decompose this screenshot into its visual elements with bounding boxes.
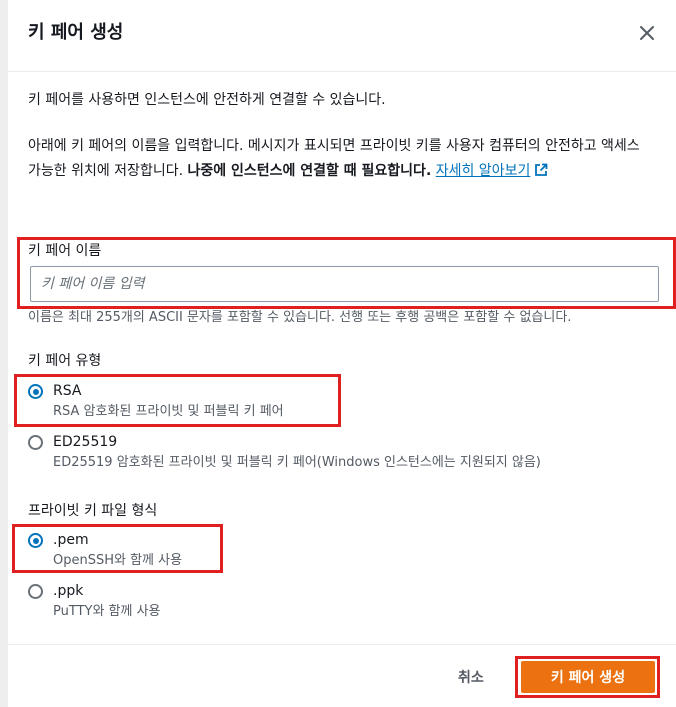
radio-option-ppk[interactable]: .ppk PuTTY와 함께 사용 <box>28 580 161 622</box>
close-icon <box>640 26 654 40</box>
create-key-pair-button[interactable]: 키 페어 생성 <box>521 661 655 693</box>
external-link-icon <box>535 163 548 176</box>
modal-title: 키 페어 생성 <box>28 22 124 43</box>
radio-pem-title: .pem <box>53 532 89 548</box>
modal-header: 키 페어 생성 <box>8 0 676 72</box>
key-name-label: 키 페어 이름 <box>28 243 102 259</box>
close-button[interactable] <box>636 22 658 44</box>
key-type-label: 키 페어 유형 <box>28 353 102 369</box>
create-key-pair-modal: 키 페어 생성 키 페어를 사용하면 인스턴스에 안전하게 연결할 수 있습니다… <box>8 0 676 707</box>
description-text: 아래에 키 페어의 이름을 입력합니다. 메시지가 표시되면 프라이빗 키를 사… <box>28 134 656 184</box>
radio-ppk-desc: PuTTY와 함께 사용 <box>53 604 161 619</box>
file-format-label: 프라이빗 키 파일 형식 <box>28 503 158 519</box>
radio-ed25519-text: ED25519 ED25519 암호화된 프라이빗 및 퍼블릭 키 페어(Win… <box>53 431 541 473</box>
radio-ppk[interactable] <box>28 584 43 599</box>
learn-more-label: 자세히 알아보기 <box>435 163 531 179</box>
radio-rsa[interactable] <box>28 384 43 399</box>
radio-option-ed25519[interactable]: ED25519 ED25519 암호화된 프라이빗 및 퍼블릭 키 페어(Win… <box>28 431 541 473</box>
description-bold: 나중에 인스턴스에 연결할 때 필요합니다. <box>187 163 432 179</box>
radio-ed25519-title: ED25519 <box>53 434 118 450</box>
key-name-input[interactable] <box>30 266 659 302</box>
key-name-hint: 이름은 최대 255개의 ASCII 문자를 포함할 수 있습니다. 선행 또는… <box>28 310 572 325</box>
radio-ed25519-desc: ED25519 암호화된 프라이빗 및 퍼블릭 키 페어(Windows 인스턴… <box>53 455 541 470</box>
radio-option-rsa[interactable]: RSA RSA 암호화된 프라이빗 및 퍼블릭 키 페어 <box>28 380 284 422</box>
intro-text: 키 페어를 사용하면 인스턴스에 안전하게 연결할 수 있습니다. <box>28 92 386 108</box>
page: 키 페어 생성 키 페어를 사용하면 인스턴스에 안전하게 연결할 수 있습니다… <box>0 0 676 707</box>
radio-pem-desc: OpenSSH와 함께 사용 <box>53 553 183 568</box>
cancel-button[interactable]: 취소 <box>440 662 502 692</box>
radio-pem[interactable] <box>28 533 43 548</box>
radio-ed25519[interactable] <box>28 435 43 450</box>
radio-ppk-text: .ppk PuTTY와 함께 사용 <box>53 580 161 622</box>
radio-rsa-title: RSA <box>53 383 82 399</box>
radio-ppk-title: .ppk <box>53 583 84 599</box>
learn-more-link[interactable]: 자세히 알아보기 <box>436 163 549 179</box>
radio-pem-text: .pem OpenSSH와 함께 사용 <box>53 529 182 571</box>
radio-rsa-desc: RSA 암호화된 프라이빗 및 퍼블릭 키 페어 <box>53 404 284 419</box>
radio-option-pem[interactable]: .pem OpenSSH와 함께 사용 <box>28 529 182 571</box>
radio-rsa-text: RSA RSA 암호화된 프라이빗 및 퍼블릭 키 페어 <box>53 380 284 422</box>
background-strip <box>0 0 8 707</box>
